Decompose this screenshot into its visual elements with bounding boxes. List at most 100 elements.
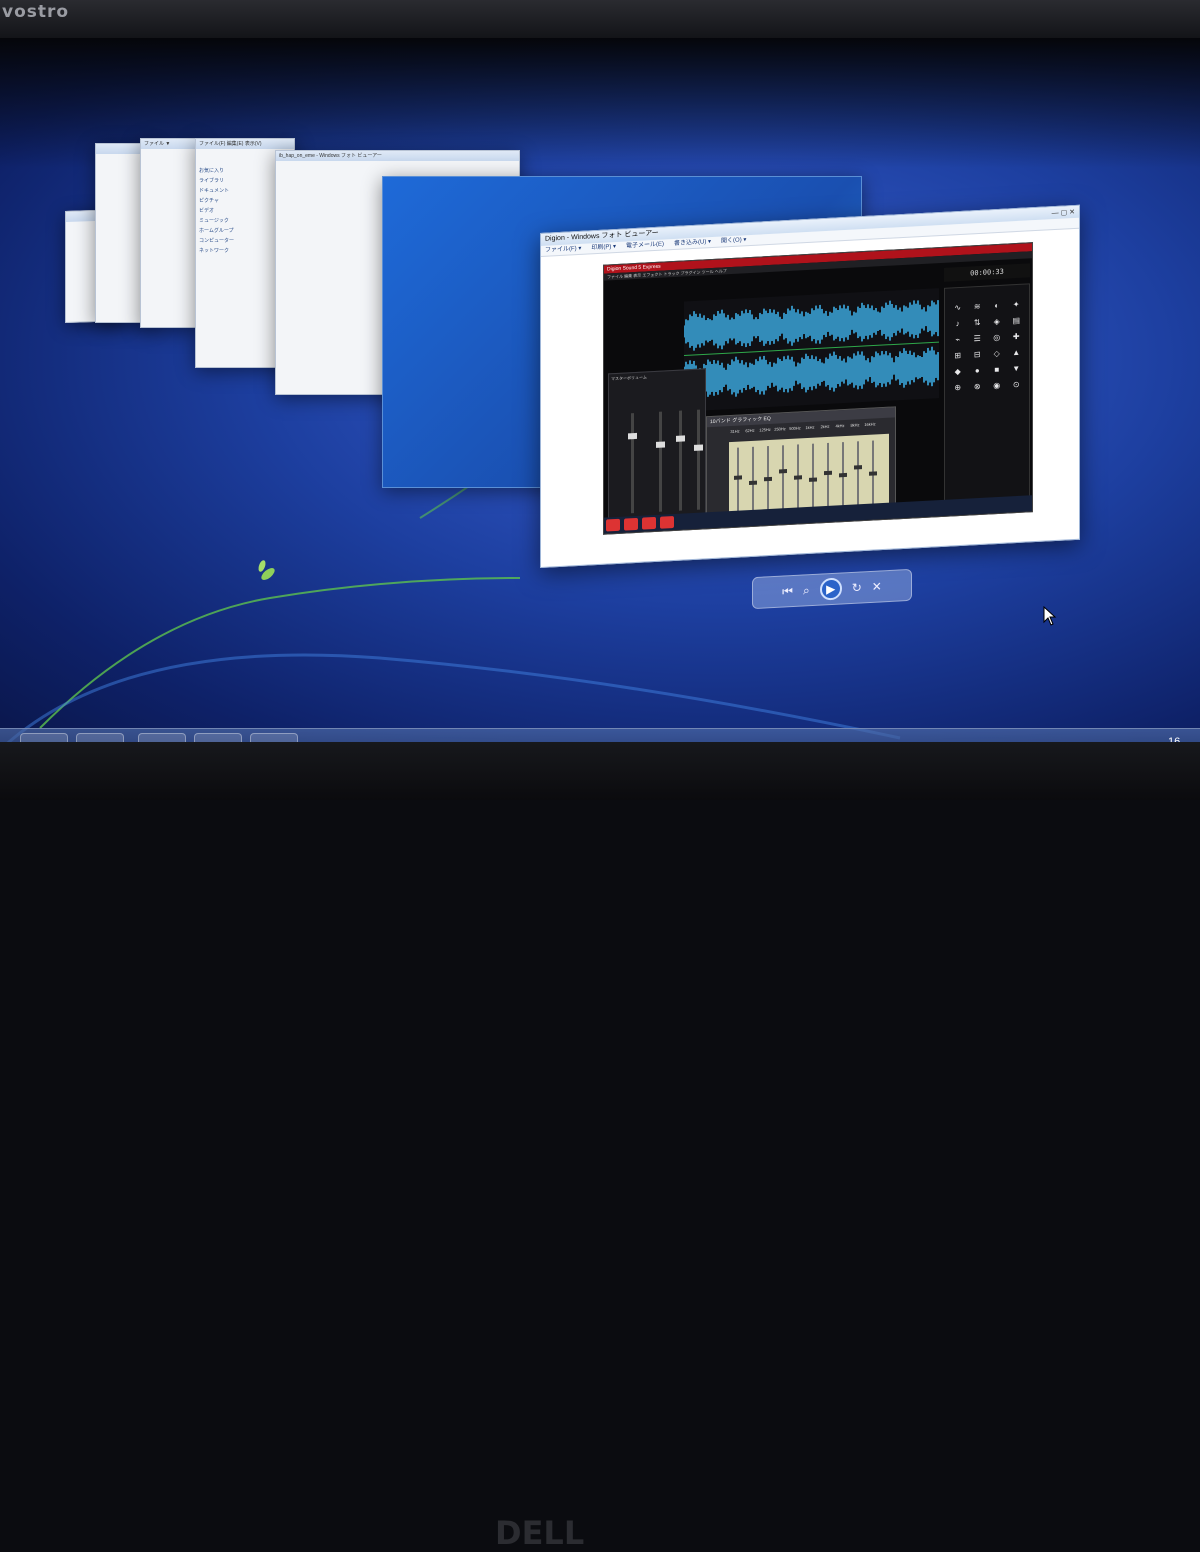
effect-icon: ◎ (993, 332, 1001, 343)
eq-slider (794, 444, 802, 511)
eq-slider-knob (764, 476, 772, 482)
mixer-title: マスターボリューム (611, 374, 647, 382)
eq-slider-knob (869, 471, 877, 476)
eq-slider-knob (854, 465, 862, 470)
effect-icon: ⊙ (1012, 379, 1020, 390)
photo-daw-screenshot: Digion Sound 5 Express ファイル 編集 表示 エフェクト … (603, 242, 1033, 535)
fader (656, 411, 665, 512)
flip3d-window-3[interactable]: ファイル ▼ (140, 138, 200, 328)
eq-slider-knob (734, 475, 742, 480)
menu-file[interactable]: ファイル(F) ▾ (545, 244, 581, 256)
nav-item[interactable]: ホームグループ (199, 227, 263, 234)
effect-icon: ◉ (993, 380, 1001, 391)
eq-band-label: 125Hz (759, 426, 771, 433)
eq-slider (809, 443, 817, 510)
nav-item[interactable]: ドキュメント (199, 187, 263, 194)
window-title: ib_hap_on_eme - Windows フォト ビューアー (276, 151, 519, 161)
eq-slider-knob (809, 477, 817, 483)
eq-band-label: 16kHz (864, 421, 876, 428)
effect-icon: ☰ (973, 333, 981, 344)
eq-band-label: 2kHz (820, 423, 830, 430)
eq-slider (824, 442, 832, 509)
effect-icon: ■ (994, 364, 1000, 375)
effect-icon: ◇ (993, 348, 1000, 359)
effect-icon: ✚ (1012, 331, 1020, 342)
nav-item[interactable]: ライブラリ (199, 177, 263, 184)
effect-icon: ⌁ (955, 334, 961, 345)
zoom-icon[interactable]: ⌕ (803, 583, 810, 598)
nav-item[interactable]: ネットワーク (199, 247, 263, 254)
eq-slider-knob (779, 469, 787, 474)
mixer-panel: マスターボリューム (608, 368, 706, 534)
eq-band-label: 1kHz (805, 424, 815, 431)
fader (694, 409, 703, 510)
desktop: ファイル ▼ ファイル(F) 編集(E) 表示(V) お気に入り ライブラリ ド… (0, 38, 1200, 750)
nav-item[interactable]: コンピューター (199, 237, 263, 244)
rotate-icon[interactable]: ↻ (852, 580, 862, 595)
effect-icon: ⊟ (973, 349, 981, 360)
laptop-bezel-top: vostro (0, 0, 1200, 40)
effect-icon: ≋ (973, 301, 981, 312)
transport-time: 00:00:33 (944, 263, 1030, 282)
eq-slider-knob (794, 475, 802, 480)
effect-icon: ▼ (1012, 363, 1021, 374)
effects-palette: ∿ ≋ ◐ ✦ ♪ ⇅ ◈ ▤ ⌁ ☰ ◎ ✚ ⊞ ⊟ ◇ ▲ ◆ ● ■ ▼ ⊕ ⊗ ◉ ⊙ (944, 283, 1030, 513)
effect-icon: ⊗ (973, 381, 981, 392)
effect-icon: ⊞ (954, 350, 962, 361)
effect-icon: ▤ (1012, 315, 1021, 326)
taskbar-icon (642, 516, 656, 530)
effect-icon: ◆ (954, 366, 961, 377)
waveform-area (684, 288, 939, 412)
nav-item[interactable]: お気に入り (199, 167, 263, 174)
window-controls[interactable]: — ▢ ✕ (1052, 207, 1075, 220)
laptop-bezel-bottom: DELL (0, 742, 1200, 1552)
eq-band-label: 500Hz (789, 425, 801, 431)
slideshow-button[interactable]: ▶ (819, 577, 842, 601)
effect-icon: ◈ (993, 316, 1000, 327)
taskbar-icon (606, 518, 620, 532)
eq-band-label: 31Hz (730, 428, 740, 435)
fader (676, 410, 685, 511)
eq-band-label: 8kHz (850, 422, 860, 428)
eq-slider-knob (749, 480, 757, 486)
eq-slider (839, 442, 847, 509)
window-title: ファイル ▼ (141, 139, 199, 149)
effect-icon: ♪ (955, 319, 960, 329)
photo-viewer-window[interactable]: Digion - Windows フォト ビューアー — ▢ ✕ ファイル(F)… (540, 204, 1080, 568)
fader (628, 413, 637, 514)
waveform (684, 300, 939, 399)
menu-print[interactable]: 印刷(P) ▾ (591, 242, 616, 253)
eq-slider (779, 445, 787, 512)
menu-open[interactable]: 開く(O) ▾ (721, 235, 746, 246)
taskbar-icon (660, 515, 674, 529)
eq-band-label: 250Hz (774, 426, 786, 432)
eq-slider (734, 447, 742, 514)
window-title: ファイル(F) 編集(E) 表示(V) (196, 139, 294, 149)
nav-item[interactable]: ビデオ (199, 207, 263, 214)
explorer-nav-pane: お気に入り ライブラリ ドキュメント ピクチャ ビデオ ミュージック ホームグル… (196, 161, 266, 351)
effect-icon: ⇅ (973, 317, 981, 328)
effect-icon: ⊕ (954, 382, 962, 393)
effect-icon: ▲ (1012, 347, 1021, 358)
eq-slider-knob (839, 472, 847, 478)
effect-icon: ✦ (1012, 299, 1020, 310)
taskbar-icon (624, 517, 638, 531)
eq-slider (869, 440, 877, 507)
mouse-cursor-icon (1043, 606, 1057, 626)
eq-band-label: 62Hz (745, 427, 755, 434)
eq-slider (764, 445, 772, 513)
effect-icon: ◐ (994, 300, 1000, 311)
nav-item[interactable]: ミュージック (199, 217, 263, 224)
brand-logo: vostro (2, 2, 70, 22)
dell-logo: DELL (495, 1514, 585, 1552)
nav-item[interactable]: ピクチャ (199, 197, 263, 204)
menu-burn[interactable]: 書き込み(U) ▾ (674, 237, 711, 249)
delete-icon[interactable]: ✕ (872, 579, 882, 594)
previous-icon[interactable]: ⏮ (782, 584, 793, 600)
eq-slider (854, 441, 862, 508)
menu-email[interactable]: 電子メール(E) (626, 239, 664, 251)
eq-band-label: 4kHz (835, 423, 845, 429)
effect-icon: ∿ (954, 302, 962, 313)
eq-slider (749, 446, 757, 513)
eq-slider-knob (824, 470, 832, 475)
